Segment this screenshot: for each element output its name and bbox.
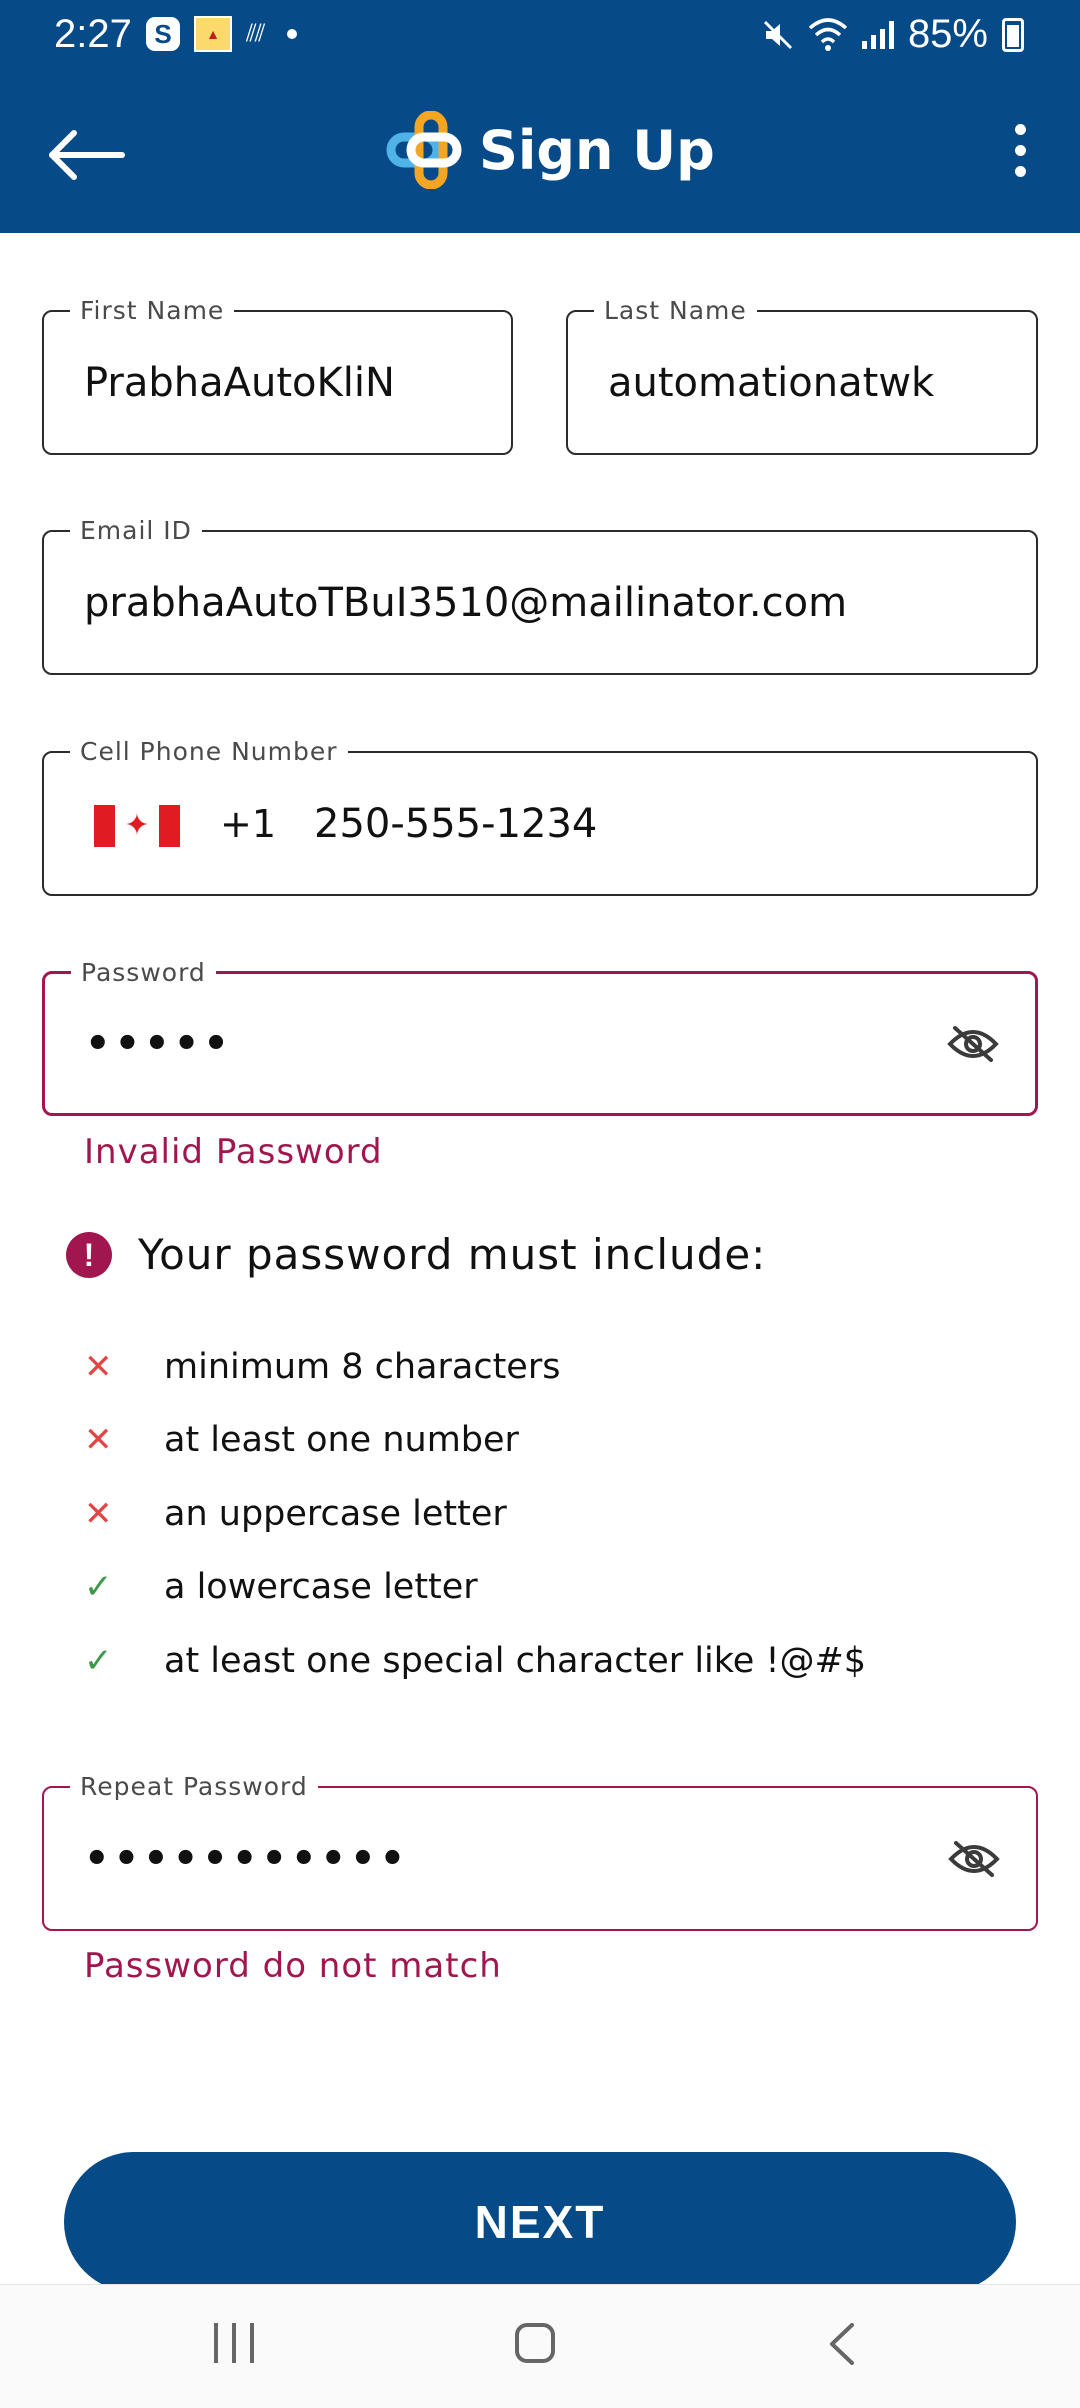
toggle-password-visibility-button[interactable]	[947, 1024, 999, 1064]
close-icon: ✕	[84, 1347, 113, 1386]
requirement-text: minimum 8 characters	[164, 1346, 561, 1387]
list-item: ✕ minimum 8 characters	[84, 1330, 984, 1404]
system-nav-bar	[0, 2284, 1080, 2408]
last-name-value: automationatwk	[608, 359, 935, 406]
status-bar: 2:27 S ▲ ⫽⫽ 85%	[0, 0, 1080, 70]
more-vertical-icon[interactable]	[990, 115, 1050, 185]
first-name-field[interactable]: First Name PrabhaAutoKliN	[42, 296, 513, 455]
dot-icon	[287, 29, 298, 39]
toggle-repeat-password-visibility-button[interactable]	[948, 1839, 1000, 1879]
email-value: prabhaAutoTBuI3510@mailinator.com	[84, 579, 848, 626]
logo-icon	[386, 111, 462, 189]
requirements-list: ✕ minimum 8 characters ✕ at least one nu…	[84, 1330, 984, 1698]
list-item: ✓ a lowercase letter	[84, 1551, 984, 1625]
canada-flag-icon[interactable]: ✦	[94, 805, 180, 847]
eye-off-icon	[947, 1025, 999, 1062]
phone-label: Cell Phone Number	[70, 737, 348, 766]
wifi-icon	[808, 17, 848, 51]
next-button[interactable]: NEXT	[64, 2152, 1016, 2292]
status-icons-left: S ▲ ⫽⫽	[146, 16, 298, 52]
arrow-left-icon	[49, 130, 125, 180]
requirement-text: at least one number	[164, 1420, 519, 1461]
password-error: Invalid Password	[84, 1132, 383, 1172]
password-value: •••••	[85, 1020, 233, 1067]
requirements-title: Your password must include:	[138, 1230, 767, 1279]
requirement-text: a lowercase letter	[164, 1567, 478, 1608]
cell-signal-icon	[861, 20, 894, 49]
app-bar: Sign Up	[0, 70, 1080, 233]
requirement-text: at least one special character like !@#$	[164, 1640, 867, 1681]
alert-icon: !	[66, 1231, 112, 1278]
recent-apps-icon[interactable]	[214, 2323, 254, 2363]
list-item: ✓ at least one special character like !@…	[84, 1624, 984, 1698]
password-field[interactable]: Password •••••	[42, 958, 1038, 1116]
password-requirements-header: ! Your password must include:	[66, 1230, 766, 1279]
signal-misc-icon: ⫽⫽	[246, 20, 265, 47]
phone-field[interactable]: Cell Phone Number ✦ +1 250-555-1234	[42, 737, 1038, 896]
repeat-password-error: Password do not match	[84, 1946, 502, 1986]
s-app-icon: S	[146, 17, 180, 51]
requirement-text: an uppercase letter	[164, 1493, 507, 1534]
repeat-password-field[interactable]: Repeat Password •••••••••••	[42, 1772, 1038, 1931]
last-name-field[interactable]: Last Name automationatwk	[566, 296, 1038, 455]
first-name-value: PrabhaAutoKliN	[84, 359, 395, 406]
back-button[interactable]	[46, 120, 126, 190]
status-time: 2:27	[54, 12, 132, 56]
battery-charging-icon	[1002, 17, 1024, 52]
repeat-password-value: •••••••••••	[84, 1835, 410, 1882]
country-code: +1	[220, 801, 277, 846]
eye-off-icon	[948, 1840, 1000, 1877]
home-icon[interactable]	[515, 2323, 555, 2363]
app-icon: ▲	[194, 16, 232, 52]
check-icon: ✓	[84, 1568, 113, 1607]
status-icons-right: 85%	[762, 12, 1024, 57]
page-title: Sign Up	[479, 118, 715, 182]
mute-icon	[763, 20, 792, 49]
close-icon: ✕	[84, 1421, 113, 1460]
list-item: ✕ an uppercase letter	[84, 1477, 984, 1551]
list-item: ✕ at least one number	[84, 1404, 984, 1478]
nav-back-icon[interactable]	[822, 2319, 862, 2369]
check-icon: ✓	[84, 1641, 113, 1680]
close-icon: ✕	[84, 1494, 113, 1533]
app-title-group: Sign Up	[385, 100, 715, 200]
phone-value: 250-555-1234	[314, 800, 598, 847]
email-field[interactable]: Email ID prabhaAutoTBuI3510@mailinator.c…	[42, 516, 1038, 675]
battery-percent: 85%	[907, 12, 988, 56]
